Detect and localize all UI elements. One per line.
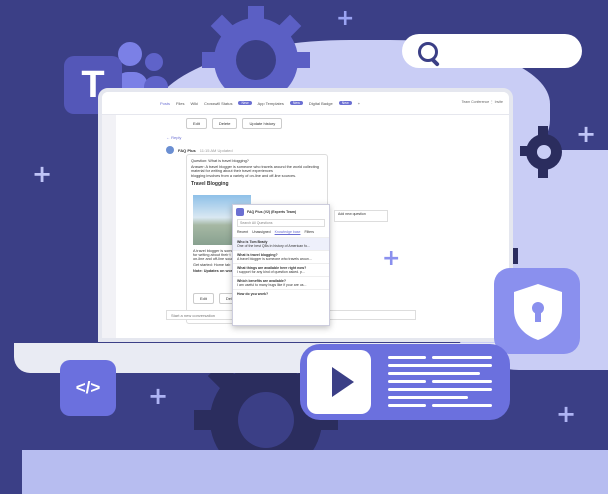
- gear-icon: [520, 126, 562, 178]
- text-line-decoration: [388, 356, 426, 359]
- filter-recent[interactable]: Recent: [237, 230, 248, 234]
- list-item[interactable]: What things are available here right now…: [233, 263, 329, 276]
- card-answer: Answer: A travel blogger is someone who …: [191, 165, 319, 173]
- new-badge: New: [289, 101, 303, 105]
- plus-icon: +: [556, 400, 577, 428]
- list-item-title: How do you work?: [237, 292, 269, 296]
- tab-wiki[interactable]: Wiki: [190, 101, 198, 106]
- add-question-tooltip[interactable]: Add new question: [334, 210, 388, 222]
- text-line-decoration: [388, 404, 426, 407]
- teams-sidebar: [102, 92, 116, 338]
- search-input[interactable]: [442, 42, 572, 60]
- laptop-screen: Posts Files Wiki Crosswill Status New Ap…: [98, 88, 513, 342]
- plus-icon: +: [148, 382, 169, 410]
- list-item-subtitle: A travel blogger is someone who travels …: [237, 257, 312, 261]
- new-badge: New: [338, 101, 352, 105]
- list-item-subtitle: I am useful to many bugs like if your ar…: [237, 283, 307, 287]
- card-question: Question: What is travel blogging?: [191, 159, 249, 163]
- code-icon: </>: [60, 360, 116, 416]
- panel-filters: Recent Unassigned Knowledge base Filters: [233, 229, 329, 237]
- bot-header: FAQ Plus 11:15 AM Updated: [166, 146, 416, 154]
- message-actions: Edit Delete Update history: [186, 118, 416, 129]
- bottom-band: [22, 450, 608, 494]
- tab-digital-badge[interactable]: Digital Badge: [309, 101, 333, 106]
- plus-icon: +: [576, 120, 597, 148]
- gear-icon: [202, 6, 310, 100]
- text-line-decoration: [432, 404, 492, 407]
- reply-link[interactable]: ← Reply: [166, 135, 416, 140]
- list-item[interactable]: What is travel blogging? A travel blogge…: [233, 250, 329, 263]
- play-icon[interactable]: [332, 367, 354, 397]
- bot-avatar: [166, 146, 174, 154]
- bottom-band-left: [0, 450, 22, 494]
- panel-title: FAQ Plus (V2) (Experts Team): [247, 210, 297, 214]
- panel-search[interactable]: Search All Questions: [237, 219, 325, 227]
- delete-button[interactable]: Delete: [211, 118, 238, 129]
- text-line-decoration: [388, 396, 468, 399]
- bot-meta: 11:15 AM Updated: [199, 147, 233, 153]
- faq-plus-panel: FAQ Plus (V2) (Experts Team) Search All …: [232, 204, 330, 326]
- tab-app-templates[interactable]: App Templates: [258, 101, 284, 106]
- edit-button[interactable]: Edit: [186, 118, 207, 129]
- tab-crosswill-status[interactable]: Crosswill Status: [204, 101, 232, 106]
- filter-unassigned[interactable]: Unassigned: [252, 230, 270, 234]
- shield-lock-icon: [514, 284, 562, 340]
- text-line-decoration: [388, 372, 480, 375]
- list-item[interactable]: Which benefits are available? I am usefu…: [233, 276, 329, 289]
- list-item-subtitle: One of the best QBs in history of Americ…: [237, 244, 310, 248]
- meeting-actions[interactable]: Team Conference ⋮ Invite: [462, 100, 503, 104]
- panel-header: FAQ Plus (V2) (Experts Team): [233, 205, 329, 219]
- text-line-decoration: [388, 380, 426, 383]
- filter-knowledge-base[interactable]: Knowledge base: [275, 230, 301, 234]
- card-title: Travel Blogging: [191, 181, 229, 187]
- text-line-decoration: [388, 388, 492, 391]
- list-item[interactable]: How do you work?: [233, 289, 329, 298]
- channel-tab-bar: Posts Files Wiki Crosswill Status New Ap…: [102, 92, 509, 115]
- conversation-area: Edit Delete Update history ← Reply FAQ P…: [166, 116, 416, 154]
- plus-icon: +: [336, 6, 355, 31]
- edit-button[interactable]: Edit: [193, 293, 214, 304]
- add-tab-icon[interactable]: +: [358, 101, 360, 106]
- plus-icon: +: [32, 160, 53, 188]
- text-line-decoration: [388, 364, 492, 367]
- tab-posts[interactable]: Posts: [160, 101, 170, 106]
- text-line-decoration: [432, 356, 492, 359]
- bot-name: FAQ Plus: [178, 147, 196, 153]
- filter-more[interactable]: Filters: [304, 230, 314, 234]
- text-line-decoration: [432, 380, 492, 383]
- faq-plus-logo-icon: [236, 208, 244, 216]
- plus-icon: +: [382, 246, 401, 271]
- new-badge: New: [238, 101, 252, 105]
- list-item-subtitle: I support for any kind of question asked…: [237, 270, 305, 274]
- update-history-button[interactable]: Update history: [242, 118, 283, 129]
- tab-files[interactable]: Files: [176, 101, 184, 106]
- list-item[interactable]: Who is Tom Brady One of the best QBs in …: [233, 237, 329, 250]
